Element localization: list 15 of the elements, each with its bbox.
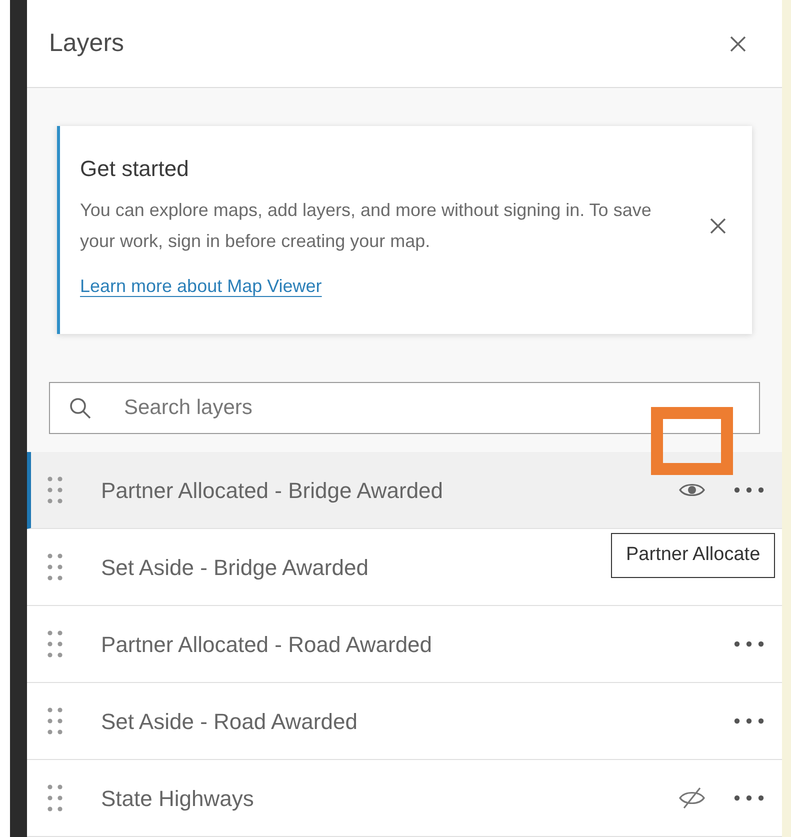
layer-name: Set Aside - Bridge Awarded <box>101 554 368 582</box>
notice-title: Get started <box>80 155 190 183</box>
search-field[interactable]: Search layers <box>49 382 760 434</box>
notice-text: You can explore maps, add layers, and more without signing in. To save your work, sign in before creating your map. <box>80 199 652 253</box>
layer-row[interactable]: State Highways <box>27 760 782 837</box>
layer-name: Partner Allocated - Road Awarded <box>101 630 432 658</box>
layer-row[interactable]: Set Aside - Road Awarded <box>27 683 782 760</box>
layer-name: State Highways <box>101 784 254 813</box>
layer-row[interactable]: Partner Allocated - Road Awarded <box>27 606 782 683</box>
panel-title: Layers <box>49 28 124 59</box>
learn-more-link[interactable]: Learn more about Map Viewer <box>80 273 322 300</box>
tooltip: Partner Allocate <box>611 533 776 578</box>
layer-name: Set Aside - Road Awarded <box>101 708 358 736</box>
layer-row[interactable]: Partner Allocated - Bridge Awarded <box>27 452 782 529</box>
layer-name: Partner Allocated - Bridge Awarded <box>101 476 444 505</box>
